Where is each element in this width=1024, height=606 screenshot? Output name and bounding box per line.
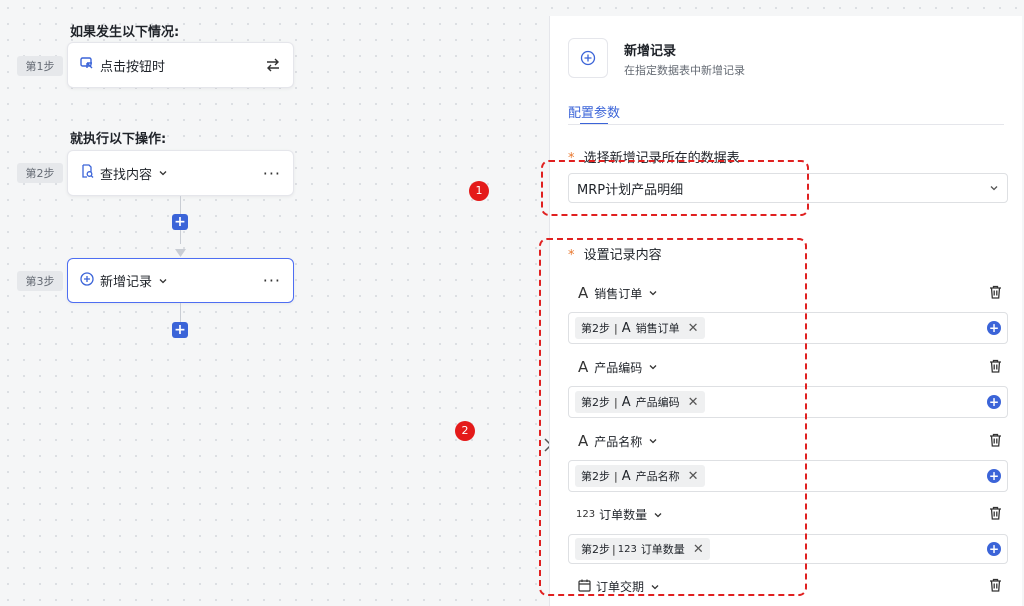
panel-title: 新增记录	[624, 44, 677, 59]
plus-circle-icon	[80, 271, 94, 290]
step-badge-1: 第1步	[17, 56, 63, 76]
annotation-marker-1: 1	[469, 181, 489, 201]
annotation-box-2	[539, 238, 807, 596]
more-options-icon[interactable]: ···	[263, 271, 281, 290]
find-content-label: 查找内容	[100, 167, 153, 183]
find-content-card[interactable]: 查找内容 ···	[67, 150, 294, 196]
add-variable-icon[interactable]: +	[987, 469, 1001, 483]
connector-line	[180, 303, 181, 322]
panel-subtitle: 在指定数据表中新增记录	[624, 64, 745, 77]
annotation-box-1	[541, 160, 809, 216]
add-variable-icon[interactable]: +	[987, 542, 1001, 556]
connector-line	[180, 230, 181, 244]
step-badge-3: 第3步	[17, 271, 63, 291]
add-record-icon-box	[568, 38, 608, 78]
search-doc-icon	[80, 164, 94, 182]
chevron-down-icon	[990, 186, 998, 191]
plus-circle-icon	[580, 50, 596, 66]
add-record-label: 新增记录	[100, 275, 153, 290]
tab-divider	[568, 124, 1004, 125]
add-step-button[interactable]: +	[172, 322, 188, 338]
actions-section-title: 就执行以下操作:	[70, 132, 167, 147]
step-badge-2: 第2步	[17, 163, 63, 183]
tab-config-params[interactable]: 配置参数	[568, 102, 620, 121]
trigger-section-title: 如果发生以下情况:	[70, 25, 180, 40]
trigger-card-label: 点击按钮时	[100, 59, 166, 75]
switch-icon[interactable]	[265, 58, 281, 72]
add-record-card[interactable]: 新增记录 ···	[67, 258, 294, 303]
trash-icon[interactable]	[989, 285, 1002, 302]
add-variable-icon[interactable]: +	[987, 395, 1001, 409]
connector-line	[180, 196, 181, 214]
annotation-marker-2: 2	[455, 421, 475, 441]
add-variable-icon[interactable]: +	[987, 321, 1001, 335]
add-step-button[interactable]: +	[172, 214, 188, 230]
more-options-icon[interactable]: ···	[263, 164, 281, 183]
trash-icon[interactable]	[989, 578, 1002, 595]
chevron-down-icon[interactable]	[158, 168, 168, 178]
trash-icon[interactable]	[989, 359, 1002, 376]
trash-icon[interactable]	[989, 506, 1002, 523]
trash-icon[interactable]	[989, 433, 1002, 450]
cursor-click-icon	[80, 56, 94, 74]
trigger-card[interactable]: 点击按钮时	[67, 42, 294, 88]
chevron-down-icon[interactable]	[158, 276, 168, 286]
